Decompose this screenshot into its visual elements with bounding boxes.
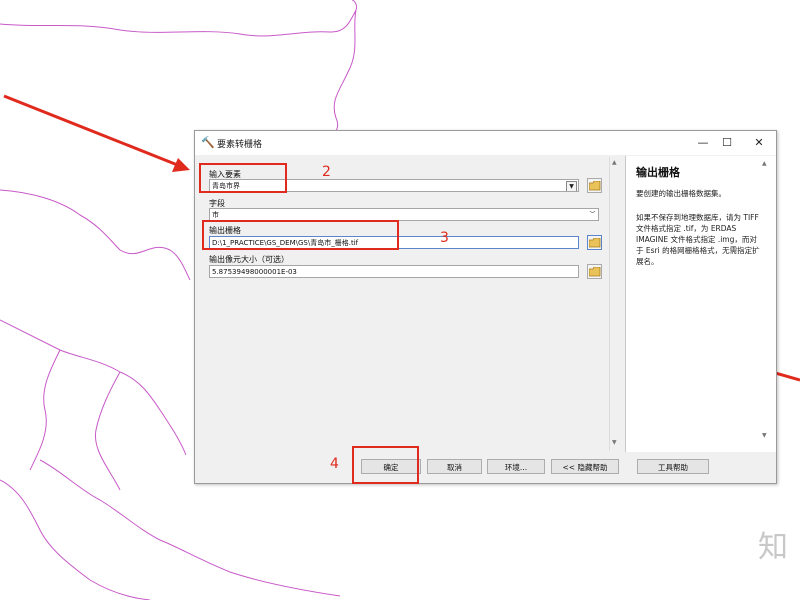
browse-output-button[interactable] (587, 235, 602, 250)
cell-size-input[interactable]: 5.87539498000001E-03 (209, 265, 579, 278)
arrow-left-line (3, 94, 181, 168)
help-scroll-up-icon[interactable]: ▲ (762, 160, 767, 167)
scroll-up-icon[interactable]: ▲ (612, 159, 617, 166)
cell-size-value: 5.87539498000001E-03 (212, 268, 297, 276)
chevron-down-icon: ▼ (566, 181, 577, 191)
annotation-step-2: 2 (322, 164, 331, 180)
folder-icon (589, 181, 601, 191)
boundary-outline-north (0, 0, 357, 147)
annotation-step-3: 3 (440, 230, 449, 246)
highlight-output-raster (202, 220, 399, 250)
maximize-button[interactable]: ☐ (715, 134, 739, 152)
watermark-logo: 知 (758, 530, 788, 565)
environments-button[interactable]: 环境... (487, 459, 545, 474)
title-bar: 🔨 要素转栅格 — ☐ ✕ (195, 131, 776, 155)
form-panel: 输入要素 青岛市界 ▼ 字段 市 ﹀ 输出栅格 D:\1_PRACTICE\GS… (197, 156, 617, 452)
browse-cell-size-button[interactable] (587, 264, 602, 279)
minimize-button[interactable]: — (691, 134, 715, 152)
help-scroll-down-icon[interactable]: ▼ (762, 432, 767, 439)
form-scrollbar[interactable]: ▲ ▼ (609, 157, 622, 451)
hide-help-button[interactable]: << 隐藏帮助 (551, 459, 619, 474)
chevron-down-icon: ﹀ (589, 211, 596, 218)
folder-icon (589, 238, 601, 248)
cell-size-label: 输出像元大小（可选） (209, 255, 289, 264)
help-title: 输出栅格 (636, 166, 680, 179)
folder-icon (589, 267, 601, 277)
annotation-step-4: 4 (330, 456, 339, 472)
help-panel: 输出栅格 要创建的输出栅格数据集。 如果不保存到地理数据库，请为 TIFF 文件… (625, 156, 776, 452)
help-paragraph-1: 要创建的输出栅格数据集。 (636, 189, 726, 198)
scroll-down-icon[interactable]: ▼ (612, 439, 617, 446)
browse-input-button[interactable] (587, 178, 602, 193)
close-button[interactable]: ✕ (747, 134, 771, 152)
dialog-title: 要素转栅格 (217, 140, 263, 150)
tool-help-button[interactable]: 工具帮助 (637, 459, 709, 474)
field-value: 市 (212, 211, 219, 219)
cancel-button[interactable]: 取消 (427, 459, 482, 474)
help-paragraph-2: 如果不保存到地理数据库，请为 TIFF 文件格式指定 .tif，为 ERDAS … (636, 213, 760, 266)
hammer-icon: 🔨 (201, 136, 215, 149)
highlight-ok-button (352, 446, 419, 484)
highlight-input-features (199, 163, 287, 193)
